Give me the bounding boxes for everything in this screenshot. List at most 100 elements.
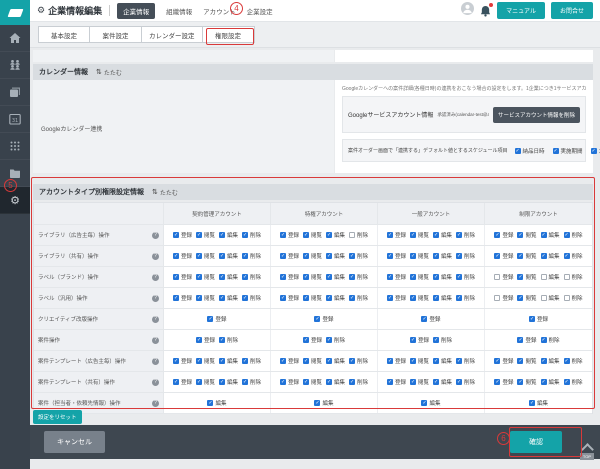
permission-checkbox[interactable]: ✓ 登録 bbox=[172, 231, 192, 239]
permission-checkbox[interactable]: ✓ 編集 bbox=[540, 252, 560, 260]
permission-checkbox[interactable]: ✓ 登録 bbox=[494, 252, 513, 260]
sidebar-item-team[interactable] bbox=[0, 52, 30, 79]
permission-checkbox[interactable]: ✓ 閲覧 bbox=[302, 357, 322, 365]
sidebar-item-calendar[interactable]: 31 bbox=[0, 106, 30, 133]
permission-checkbox[interactable]: ✓ 閲覧 bbox=[302, 378, 322, 386]
permission-checkbox[interactable]: ✓ 登録 bbox=[421, 315, 441, 323]
permission-checkbox[interactable]: ✓ 閲覧 bbox=[409, 357, 429, 365]
permission-checkbox[interactable]: ✓ 編集 bbox=[314, 399, 334, 407]
permission-checkbox[interactable]: ✓ 編集 bbox=[219, 378, 238, 386]
sidebar-item-gear[interactable]: ⚙ bbox=[0, 187, 30, 214]
permission-checkbox[interactable]: ✓ 登録 bbox=[314, 315, 334, 323]
permission-checkbox[interactable]: ✓ 編集 bbox=[219, 252, 238, 260]
permission-checkbox[interactable]: ✓ 削除 bbox=[349, 357, 368, 365]
permission-checkbox[interactable]: ✓ 編集 bbox=[528, 399, 548, 407]
permission-checkbox[interactable]: ✓ 削除 bbox=[242, 231, 261, 239]
permission-checkbox[interactable]: ✓ 削除 bbox=[456, 294, 475, 302]
permission-checkbox[interactable]: ✓ 削除 bbox=[433, 336, 452, 344]
permission-checkbox[interactable]: 削除 bbox=[349, 231, 368, 239]
permission-checkbox[interactable]: 編集 bbox=[540, 294, 560, 302]
permission-checkbox[interactable]: ✓ 閲覧 bbox=[517, 231, 537, 239]
permission-checkbox[interactable]: 登録 bbox=[494, 294, 513, 302]
permission-checkbox[interactable]: ✓ 削除 bbox=[349, 273, 368, 281]
permission-checkbox[interactable]: ✓ 編集 bbox=[421, 399, 441, 407]
permission-checkbox[interactable]: ✓ 閲覧 bbox=[409, 231, 429, 239]
delete-service-account-button[interactable]: サービスアカウント情報を削除 bbox=[492, 106, 580, 123]
back-to-top-button[interactable]: TOP bbox=[576, 442, 598, 468]
permission-checkbox[interactable]: ✓ 削除 bbox=[456, 273, 475, 281]
permission-checkbox[interactable]: ✓ 閲覧 bbox=[195, 252, 215, 260]
permission-checkbox[interactable]: ✓ 閲覧 bbox=[195, 231, 215, 239]
permission-checkbox[interactable]: ✓ 閲覧 bbox=[517, 378, 537, 386]
schedule-option-checkbox[interactable]: ✓ 納品日時 bbox=[514, 147, 545, 155]
permission-checkbox[interactable]: ✓ 削除 bbox=[563, 357, 583, 365]
permission-checkbox[interactable]: ✓ 登録 bbox=[172, 378, 192, 386]
help-icon[interactable]: ? bbox=[152, 357, 159, 365]
contact-button[interactable]: お問合せ bbox=[550, 2, 593, 19]
permission-checkbox[interactable]: ✓ 編集 bbox=[433, 231, 452, 239]
permission-checkbox[interactable]: 削除 bbox=[563, 273, 583, 281]
permission-checkbox[interactable]: ✓ 登録 bbox=[386, 378, 406, 386]
help-icon[interactable]: ? bbox=[152, 252, 159, 260]
permission-checkbox[interactable]: ✓ 閲覧 bbox=[195, 357, 215, 365]
permission-checkbox[interactable]: ✓ 登録 bbox=[172, 357, 192, 365]
permission-checkbox[interactable]: ✓ 閲覧 bbox=[195, 378, 215, 386]
avatar[interactable] bbox=[461, 1, 475, 20]
permission-checkbox[interactable]: ✓ 削除 bbox=[456, 378, 475, 386]
help-icon[interactable]: ? bbox=[152, 294, 159, 302]
help-icon[interactable]: ? bbox=[152, 336, 159, 344]
sidebar-item-home[interactable] bbox=[0, 25, 30, 52]
permission-checkbox[interactable]: ✓ 登録 bbox=[494, 231, 513, 239]
permission-checkbox[interactable]: ✓ 登録 bbox=[172, 273, 192, 281]
help-icon[interactable]: ? bbox=[152, 273, 159, 281]
permission-checkbox[interactable]: ✓ 編集 bbox=[326, 231, 345, 239]
permission-checkbox[interactable]: ✓ 閲覧 bbox=[517, 252, 537, 260]
permission-checkbox[interactable]: ✓ 編集 bbox=[219, 231, 238, 239]
permission-checkbox[interactable]: ✓ 削除 bbox=[242, 294, 261, 302]
permission-checkbox[interactable]: ✓ 編集 bbox=[433, 273, 452, 281]
permission-checkbox[interactable]: ✓ 削除 bbox=[563, 231, 583, 239]
permission-checkbox[interactable]: ✓ 閲覧 bbox=[302, 294, 322, 302]
permission-checkbox[interactable]: ✓ 削除 bbox=[349, 252, 368, 260]
permission-checkbox[interactable]: ✓ 閲覧 bbox=[409, 294, 429, 302]
permission-checkbox[interactable]: ✓ 登録 bbox=[279, 252, 299, 260]
permission-checkbox[interactable]: ✓ 編集 bbox=[540, 231, 560, 239]
app-logo[interactable] bbox=[0, 0, 30, 25]
permission-checkbox[interactable]: ✓ 登録 bbox=[279, 357, 299, 365]
permission-checkbox[interactable]: ✓ 登録 bbox=[494, 378, 513, 386]
permission-checkbox[interactable]: ✓ 編集 bbox=[207, 399, 227, 407]
permission-checkbox[interactable]: ✓ 登録 bbox=[279, 294, 299, 302]
permission-checkbox[interactable]: ✓ 編集 bbox=[326, 294, 345, 302]
permission-checkbox[interactable]: ✓ 削除 bbox=[242, 378, 261, 386]
permission-checkbox[interactable]: ✓ 閲覧 bbox=[517, 294, 537, 302]
permission-checkbox[interactable]: ✓ 登録 bbox=[386, 252, 406, 260]
permission-checkbox[interactable]: ✓ 削除 bbox=[326, 336, 345, 344]
header-tab-企業情報[interactable]: 企業情報 bbox=[117, 2, 156, 19]
permission-checkbox[interactable]: ✓ 編集 bbox=[326, 357, 345, 365]
permission-fold-toggle[interactable]: ⇅ たたむ bbox=[152, 188, 178, 197]
permission-checkbox[interactable]: ✓ 登録 bbox=[494, 357, 513, 365]
notification-bell-icon[interactable] bbox=[480, 2, 494, 17]
permission-checkbox[interactable]: ✓ 削除 bbox=[563, 378, 583, 386]
permission-checkbox[interactable]: ✓ 削除 bbox=[456, 357, 475, 365]
header-tab-企業設定[interactable]: 企業設定 bbox=[247, 6, 273, 16]
permission-checkbox[interactable]: ✓ 編集 bbox=[540, 357, 560, 365]
permission-checkbox[interactable]: ✓ 編集 bbox=[433, 378, 452, 386]
permission-checkbox[interactable]: 削除 bbox=[563, 294, 583, 302]
permission-checkbox[interactable]: ✓ 編集 bbox=[326, 252, 345, 260]
permission-checkbox[interactable]: ✓ 閲覧 bbox=[409, 273, 429, 281]
permission-checkbox[interactable]: ✓ 編集 bbox=[326, 378, 345, 386]
permission-checkbox[interactable]: ✓ 削除 bbox=[563, 252, 583, 260]
permission-checkbox[interactable]: ✓ 削除 bbox=[242, 357, 261, 365]
permission-checkbox[interactable]: ✓ 編集 bbox=[219, 294, 238, 302]
permission-checkbox[interactable]: ✓ 登録 bbox=[279, 378, 299, 386]
permission-checkbox[interactable]: ✓ 登録 bbox=[279, 231, 299, 239]
permission-checkbox[interactable]: ✓ 削除 bbox=[456, 231, 475, 239]
permission-checkbox[interactable]: ✓ 登録 bbox=[195, 336, 215, 344]
subtab-案件設定[interactable]: 案件設定 bbox=[90, 26, 142, 43]
header-tab-組織情報[interactable]: 組織情報 bbox=[166, 6, 192, 16]
permission-checkbox[interactable]: ✓ 編集 bbox=[326, 273, 345, 281]
permission-checkbox[interactable]: 編集 bbox=[540, 273, 560, 281]
permission-checkbox[interactable]: ✓ 登録 bbox=[386, 294, 406, 302]
permission-checkbox[interactable]: ✓ 登録 bbox=[386, 273, 406, 281]
